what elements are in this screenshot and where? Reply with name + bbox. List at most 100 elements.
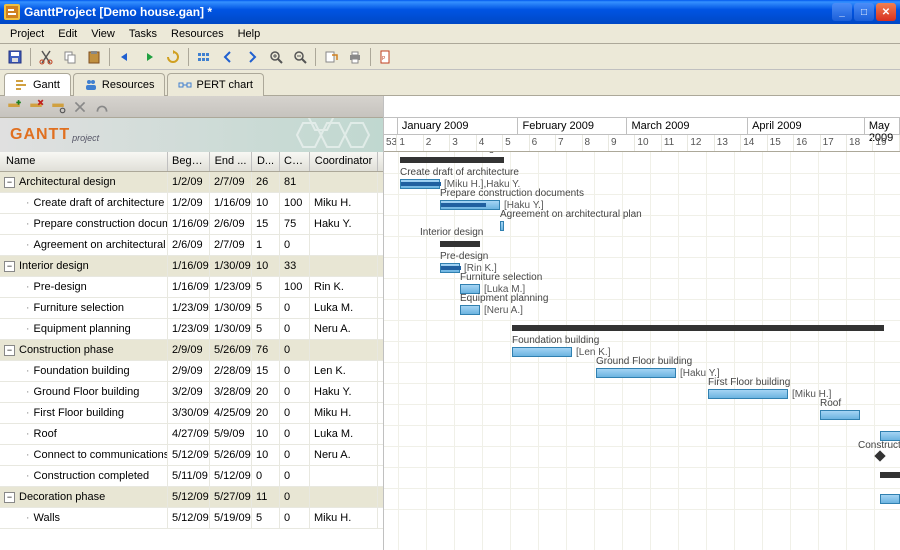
- redo-button[interactable]: [138, 46, 160, 68]
- task-row[interactable]: ·Create draft of architecture1/2/091/16/…: [0, 193, 383, 214]
- task-toolbar: [0, 96, 383, 118]
- task-unlink-button[interactable]: [70, 97, 90, 117]
- task-row[interactable]: ·First Floor building3/30/094/25/09200Mi…: [0, 403, 383, 424]
- task-name: Ground Floor building: [34, 386, 140, 398]
- expander-icon[interactable]: −: [4, 345, 15, 356]
- task-bar[interactable]: [596, 368, 676, 378]
- task-bar[interactable]: [708, 389, 788, 399]
- undo-button[interactable]: [114, 46, 136, 68]
- expander-icon[interactable]: −: [4, 261, 15, 272]
- window-title: GanttProject [Demo house.gan] *: [24, 5, 832, 19]
- col-end[interactable]: End ...: [210, 152, 252, 171]
- menu-project[interactable]: Project: [4, 26, 50, 42]
- task-bar[interactable]: [512, 347, 572, 357]
- task-bar[interactable]: [500, 221, 504, 231]
- menu-resources[interactable]: Resources: [165, 26, 230, 42]
- task-row[interactable]: ·Ground Floor building3/2/093/28/09200Ha…: [0, 382, 383, 403]
- cell-dur: 10: [252, 256, 280, 276]
- cell-comp: 0: [280, 340, 310, 360]
- task-name: Architectural design: [19, 176, 116, 188]
- week-label: 1: [397, 135, 423, 151]
- expander-icon[interactable]: −: [4, 492, 15, 503]
- gantt-body[interactable]: Architectural designCreate draft of arch…: [384, 152, 900, 550]
- refresh-button[interactable]: [162, 46, 184, 68]
- gantt-panel: January 2009February 2009March 2009April…: [384, 96, 900, 550]
- cut-button[interactable]: [35, 46, 57, 68]
- task-row[interactable]: ·Connect to communications5/12/095/26/09…: [0, 445, 383, 466]
- copy-button[interactable]: [59, 46, 81, 68]
- task-name: Construction phase: [19, 344, 114, 356]
- summary-bar[interactable]: [400, 157, 504, 163]
- save-button[interactable]: [4, 46, 26, 68]
- tab-pert[interactable]: PERT chart: [167, 73, 263, 96]
- col-coordinator[interactable]: Coordinator: [310, 152, 378, 171]
- col-name[interactable]: Name: [0, 152, 168, 171]
- task-row[interactable]: ·Agreement on architectural plan2/6/092/…: [0, 235, 383, 256]
- minimize-button[interactable]: _: [832, 3, 852, 21]
- tab-gantt-label: Gantt: [33, 79, 60, 91]
- cell-begin: 1/16/09: [168, 256, 210, 276]
- menu-tasks[interactable]: Tasks: [123, 26, 163, 42]
- next-button[interactable]: [241, 46, 263, 68]
- task-tree[interactable]: −Architectural design1/2/092/7/092681 ·C…: [0, 172, 383, 550]
- task-row[interactable]: ·Walls5/12/095/19/0950Miku H.: [0, 508, 383, 529]
- cell-coord: [310, 235, 378, 255]
- task-bar[interactable]: [820, 410, 860, 420]
- menu-edit[interactable]: Edit: [52, 26, 83, 42]
- cell-coord: Neru A.: [310, 319, 378, 339]
- cell-begin: 5/12/09: [168, 445, 210, 465]
- task-delete-button[interactable]: [26, 97, 46, 117]
- milestone-marker[interactable]: [874, 450, 885, 461]
- task-new-button[interactable]: [4, 97, 24, 117]
- summary-bar[interactable]: [440, 241, 480, 247]
- summary-bar[interactable]: [512, 325, 884, 331]
- task-row[interactable]: −Interior design1/16/091/30/091033: [0, 256, 383, 277]
- task-bar[interactable]: [440, 263, 460, 273]
- print-button[interactable]: [344, 46, 366, 68]
- col-completion[interactable]: Co...: [280, 152, 310, 171]
- tab-gantt[interactable]: Gantt: [4, 73, 71, 96]
- task-row[interactable]: −Architectural design1/2/092/7/092681: [0, 172, 383, 193]
- task-name: Pre-design: [34, 281, 87, 293]
- cell-coord: Luka M.: [310, 424, 378, 444]
- task-name: Roof: [34, 428, 57, 440]
- task-name: Create draft of architecture: [34, 197, 165, 209]
- cell-coord: Neru A.: [310, 445, 378, 465]
- zoom-in-button[interactable]: [265, 46, 287, 68]
- zoom-out-button[interactable]: [289, 46, 311, 68]
- cell-coord: Len K.: [310, 361, 378, 381]
- expander-icon[interactable]: −: [4, 177, 15, 188]
- task-row[interactable]: ·Pre-design1/16/091/23/095100Rin K.: [0, 277, 383, 298]
- prev-button[interactable]: [217, 46, 239, 68]
- task-row[interactable]: ·Prepare construction documents1/16/092/…: [0, 214, 383, 235]
- task-row[interactable]: ·Furniture selection1/23/091/30/0950Luka…: [0, 298, 383, 319]
- task-properties-button[interactable]: [48, 97, 68, 117]
- title-bar: GanttProject [Demo house.gan] * _ □ ✕: [0, 0, 900, 24]
- task-row[interactable]: ·Foundation building2/9/092/28/09150Len …: [0, 361, 383, 382]
- task-bar[interactable]: [880, 494, 900, 504]
- close-button[interactable]: ✕: [876, 3, 896, 21]
- gantt-row: Construction: [384, 446, 900, 467]
- tab-resources[interactable]: Resources: [73, 73, 166, 96]
- task-row[interactable]: −Construction phase2/9/095/26/09760: [0, 340, 383, 361]
- col-duration[interactable]: D...: [252, 152, 280, 171]
- goto-button[interactable]: [193, 46, 215, 68]
- export-button[interactable]: [320, 46, 342, 68]
- bar-label: Architectural design: [412, 152, 500, 154]
- task-row[interactable]: −Decoration phase5/12/095/27/09110: [0, 487, 383, 508]
- task-bar[interactable]: [440, 200, 500, 210]
- task-bar[interactable]: [400, 179, 440, 189]
- col-begin[interactable]: Begin d...: [168, 152, 210, 171]
- task-row[interactable]: ·Equipment planning1/23/091/30/0950Neru …: [0, 319, 383, 340]
- task-link-button[interactable]: [92, 97, 112, 117]
- menu-help[interactable]: Help: [232, 26, 267, 42]
- pdf-button[interactable]: P: [375, 46, 397, 68]
- task-row[interactable]: ·Roof4/27/095/9/09100Luka M.: [0, 424, 383, 445]
- menu-view[interactable]: View: [85, 26, 121, 42]
- summary-bar[interactable]: [880, 472, 900, 478]
- cell-coord: Haku Y.: [310, 382, 378, 402]
- maximize-button[interactable]: □: [854, 3, 874, 21]
- task-row[interactable]: ·Construction completed5/11/095/12/0900: [0, 466, 383, 487]
- task-bar[interactable]: [460, 305, 480, 315]
- paste-button[interactable]: [83, 46, 105, 68]
